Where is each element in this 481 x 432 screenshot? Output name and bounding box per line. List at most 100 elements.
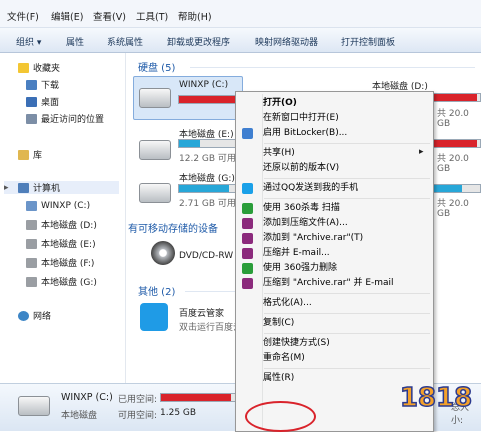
nav-drive-g[interactable]: 本地磁盘 (G:) [26,275,97,288]
group-divider [185,291,235,292]
highlight-circle [245,401,316,432]
other-group-header[interactable]: 其他 (2) [138,283,175,298]
status-usage-bar [160,393,236,402]
menu-separator [264,313,430,314]
menu-tools[interactable]: 工具(T) [136,9,168,23]
control-panel-button[interactable]: 打开控制面板 [341,35,395,48]
removable-group-header[interactable]: 有可移动存储的设备 [128,220,218,235]
qq-icon [242,183,253,194]
nav-label: 本地磁盘 (D:) [41,221,97,231]
map-drive-button[interactable]: 映射网络驱动器 [255,35,318,48]
context-menu-item[interactable]: 添加到压缩文件(A)... [263,216,348,231]
baidu-cloud-icon [140,303,168,331]
drive-icon [139,183,171,203]
context-menu-item[interactable]: 添加到 "Archive.rar"(T) [263,231,363,246]
drive-icon [26,200,37,211]
hdd-group-header[interactable]: 硬盘 (5) [138,59,175,74]
context-menu-item[interactable]: 启用 BitLocker(B)... [263,126,347,141]
uninstall-button[interactable]: 卸载或更改程序 [167,35,230,48]
navigation-pane: 收藏夹 下载 桌面 最近访问的位置 库 ▸ 计算机 WINXP (C:) 本地磁… [0,53,126,383]
context-menu-item[interactable]: 使用 360杀毒 扫描 [263,201,340,216]
360-icon [242,263,253,274]
drive-f-usage-bar [433,139,481,148]
nav-desktop[interactable]: 桌面 [26,95,59,108]
usage-fill [434,185,462,192]
nav-libraries[interactable]: 库 [18,148,42,161]
status-free-label: 可用空间: [118,411,158,421]
star-icon [18,62,29,73]
site-watermark-logo: 1818 [399,382,473,414]
menu-view[interactable]: 查看(V) [93,9,126,23]
menu-separator [264,143,430,144]
drive-h-usage-bar [433,184,481,193]
nav-drive-c[interactable]: WINXP (C:) [26,199,90,212]
system-properties-button[interactable]: 系统属性 [107,35,143,48]
usage-fill [179,140,201,147]
drive-icon [26,276,37,287]
drive-g-usage-bar [178,184,238,193]
nav-recent[interactable]: 最近访问的位置 [26,112,104,125]
nav-downloads[interactable]: 下载 [26,78,59,91]
nav-favorites[interactable]: 收藏夹 [18,61,60,74]
drive-c-name: WINXP (C:) [179,80,229,90]
command-toolbar: 组织 ▾ 属性 系统属性 卸载或更改程序 映射网络驱动器 打开控制面板 [0,28,481,53]
drive-icon [26,219,37,230]
shield-icon [242,128,253,139]
usage-fill [434,140,478,147]
nav-label: 桌面 [41,98,60,108]
context-menu-item[interactable]: 通过QQ发送到我的手机 [263,181,358,196]
nav-drive-e[interactable]: 本地磁盘 (E:) [26,237,96,250]
menu-separator [264,333,430,334]
360-icon [242,203,253,214]
drive-c-usage-bar [178,95,238,104]
context-menu-item[interactable]: 打开(O) [263,96,297,111]
context-menu-item[interactable]: 复制(C) [263,316,294,331]
nav-drive-f[interactable]: 本地磁盘 (F:) [26,256,94,269]
drive-h-free: 共 20.0 GB [437,199,469,219]
nav-label: 计算机 [33,184,61,194]
menu-help[interactable]: 帮助(H) [178,9,212,23]
nav-label: 网络 [33,312,52,322]
desktop-icon [26,96,37,107]
usage-fill [161,394,231,401]
submenu-arrow-icon: ▸ [419,147,424,157]
nav-label: 下载 [41,81,60,91]
context-menu-item[interactable]: 使用 360强力删除 [263,261,337,276]
usage-fill [434,94,478,101]
nav-label: 最近访问的位置 [41,115,105,125]
menu-edit[interactable]: 编辑(E) [51,9,83,23]
baidu-cloud-name[interactable]: 百度云管家 [179,306,224,319]
drive-f-free: 共 20.0 GB [437,154,469,174]
status-used-label: 已用空间: [118,395,158,405]
context-menu-item[interactable]: 重命名(M) [263,351,305,366]
nav-network[interactable]: 网络 [18,309,51,322]
context-menu-item[interactable]: 属性(R) [263,371,294,386]
dvd-icon [151,241,175,265]
context-menu-item[interactable]: 压缩并 E-mail... [263,246,330,261]
context-menu-item[interactable]: 共享(H) [263,146,295,161]
properties-button[interactable]: 属性 [66,35,84,48]
winrar-icon [242,233,253,244]
organize-button[interactable]: 组织 ▾ [16,35,41,48]
nav-label: 本地磁盘 (G:) [41,278,97,288]
drive-g-name[interactable]: 本地磁盘 (G:) [179,171,235,184]
nav-drive-d[interactable]: 本地磁盘 (D:) [26,218,97,231]
watermark-text: 1818 [400,383,472,413]
menu-file[interactable]: 文件(F) [7,9,39,23]
drive-d-free: 共 20.0 GB [437,109,469,129]
group-divider [190,67,475,68]
dvd-drive-name[interactable]: DVD/CD-RW [179,251,233,261]
context-menu-item[interactable]: 压缩到 "Archive.rar" 并 E-mail [263,276,394,291]
windows-drive-icon [139,88,171,108]
drive-icon [26,238,37,249]
menu-separator [264,198,430,199]
nav-computer[interactable]: ▸ 计算机 [4,181,119,194]
context-menu-item[interactable]: 创建快捷方式(S) [263,336,330,351]
nav-label: 本地磁盘 (E:) [41,240,96,250]
menu-separator [264,293,430,294]
library-icon [18,149,29,160]
context-menu-item[interactable]: 格式化(A)... [263,296,312,311]
usage-fill [179,96,236,103]
context-menu-item[interactable]: 在新窗口中打开(E) [263,111,339,126]
context-menu-item[interactable]: 还原以前的版本(V) [263,161,339,176]
